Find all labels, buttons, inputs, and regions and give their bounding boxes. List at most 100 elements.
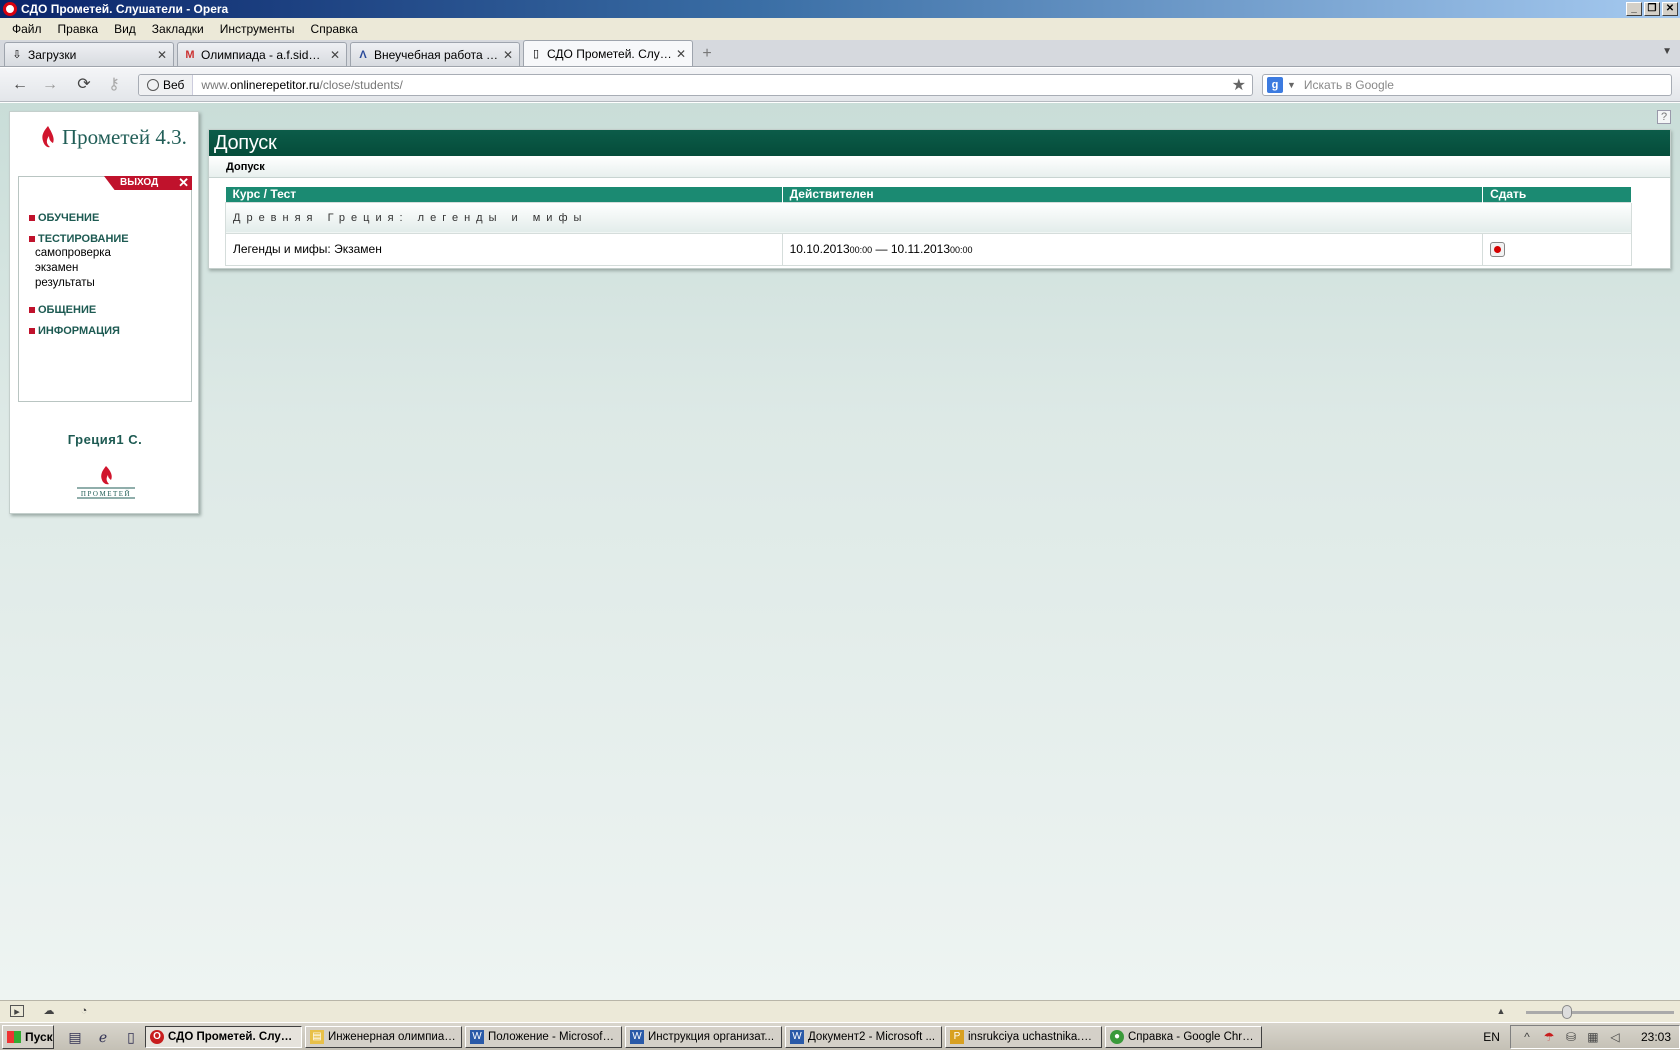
- maximize-button[interactable]: ❐: [1644, 2, 1660, 16]
- table-row: Легенды и мифы: Экзамен 10.10.201300:00 …: [225, 232, 1632, 266]
- tab-gmail[interactable]: M Олимпиада - a.f.sidorenko@... ✕: [177, 42, 347, 66]
- tab-bar: ⇩ Загрузки ✕ M Олимпиада - a.f.sidorenko…: [0, 40, 1680, 67]
- sidebar-sub-selfcheck[interactable]: самопроверка: [29, 246, 129, 261]
- sidebar-item-communication[interactable]: ОБЩЕНИЕ: [29, 303, 129, 317]
- course-name: Древняя Греция: легенды и мифы: [225, 201, 1632, 234]
- window-title: СДО Прометей. Слушатели - Opera: [21, 2, 229, 16]
- test-name: Легенды и мифы: Экзамен: [225, 232, 783, 266]
- zoom-slider-handle[interactable]: [1562, 1005, 1572, 1019]
- tab-close-icon[interactable]: ✕: [676, 47, 686, 61]
- browser-status-bar: ▸ ☁ ◔ ▲: [0, 1000, 1680, 1022]
- network-icon[interactable]: ⛁: [1563, 1029, 1579, 1045]
- column-header-submit: Сдать: [1482, 187, 1632, 202]
- sidebar-sub-results[interactable]: результаты: [29, 276, 129, 291]
- word-icon: W: [470, 1029, 484, 1044]
- key-icon[interactable]: ⚷: [104, 75, 124, 95]
- search-placeholder: Искать в Google: [1303, 78, 1394, 92]
- taskbar-item-word-3[interactable]: W Документ2 - Microsoft ...: [785, 1025, 942, 1048]
- google-icon[interactable]: g: [1267, 77, 1283, 93]
- volume-icon[interactable]: ◁: [1607, 1029, 1623, 1045]
- language-indicator[interactable]: EN: [1483, 1030, 1500, 1044]
- connection-icon[interactable]: ▦: [1585, 1029, 1601, 1045]
- minimize-button[interactable]: _: [1626, 2, 1642, 16]
- taskbar-item-word-2[interactable]: W Инструкция организат...: [625, 1025, 782, 1048]
- zoom-slider-track[interactable]: [1526, 1011, 1674, 1014]
- download-icon: ⇩: [12, 48, 22, 61]
- antivirus-icon[interactable]: ☂: [1541, 1029, 1557, 1045]
- exit-button[interactable]: ВЫХОД ✕: [104, 176, 192, 190]
- sidebar-nav: ОБУЧЕНИЕ ТЕСТИРОВАНИЕ самопроверка экзам…: [29, 211, 129, 338]
- tray-expand-icon[interactable]: ^: [1519, 1029, 1535, 1045]
- prometheus-bottom-logo[interactable]: ПРОМЕТЕЙ: [73, 464, 139, 502]
- taskbar-item-word-1[interactable]: W Положение - Microsoft ...: [465, 1025, 622, 1048]
- page-title: Допуск: [209, 130, 1670, 156]
- forward-button[interactable]: →: [40, 75, 60, 95]
- sidebar-item-learning[interactable]: ОБУЧЕНИЕ: [29, 211, 129, 225]
- url-text[interactable]: www.onlinerepetitor.ru/close/students/: [193, 78, 1231, 92]
- reload-button[interactable]: ⟳: [74, 75, 94, 95]
- pdf-icon: P: [950, 1029, 964, 1044]
- folder-icon[interactable]: ▤: [66, 1028, 84, 1046]
- taskbar-item-chrome[interactable]: ● Справка - Google Chrome: [1105, 1025, 1262, 1048]
- close-window-button[interactable]: ✕: [1662, 2, 1678, 16]
- tab-extracurricular[interactable]: Λ Внеучебная работа | Образ... ✕: [350, 42, 520, 66]
- column-header-course: Курс / Тест: [225, 187, 783, 202]
- menu-help[interactable]: Справка: [303, 22, 366, 36]
- menu-bar: Файл Правка Вид Закладки Инструменты Спр…: [0, 18, 1680, 40]
- tab-close-icon[interactable]: ✕: [330, 48, 340, 62]
- search-field[interactable]: g ▼ Искать в Google: [1262, 74, 1672, 96]
- taskbar-item-pdf[interactable]: P insrukciya uchastnika.pd...: [945, 1025, 1102, 1048]
- address-toolbar: ← → ⟳ ⚷ Веб www.onlinerepetitor.ru/close…: [0, 68, 1680, 102]
- page-icon: ▯: [532, 47, 540, 60]
- sidebar-sub-exam[interactable]: экзамен: [29, 261, 129, 276]
- tray-icons: ^ ☂ ⛁ ▦ ◁ 23:03: [1509, 1025, 1680, 1049]
- prometheus-logo[interactable]: Прометей 4.3.: [40, 124, 187, 150]
- tab-menu-chevron-icon[interactable]: ▼: [1662, 46, 1672, 57]
- sidebar-item-information[interactable]: ИНФОРМАЦИЯ: [29, 324, 129, 338]
- word-icon: W: [790, 1029, 804, 1044]
- tab-close-icon[interactable]: ✕: [503, 48, 513, 62]
- new-tab-button[interactable]: +: [696, 44, 718, 64]
- ie-icon[interactable]: ℯ: [94, 1028, 112, 1046]
- taskbar-item-opera[interactable]: O СДО Прометей. Слуш...: [145, 1025, 302, 1048]
- tab-close-icon[interactable]: ✕: [157, 48, 167, 62]
- window-titlebar: СДО Прометей. Слушатели - Opera _ ❐ ✕: [0, 0, 1680, 18]
- system-tray: EN ^ ☂ ⛁ ▦ ◁ 23:03: [1483, 1025, 1680, 1049]
- notepad-icon[interactable]: ▯: [122, 1028, 140, 1046]
- sidebar-item-testing[interactable]: ТЕСТИРОВАНИЕ: [29, 232, 129, 246]
- tab-downloads[interactable]: ⇩ Загрузки ✕: [4, 42, 174, 66]
- validity-period: 10.10.201300:00 — 10.11.201300:00: [781, 232, 1484, 266]
- address-field[interactable]: Веб www.onlinerepetitor.ru/close/student…: [138, 74, 1253, 96]
- sidebar-menu-box: ВЫХОД ✕ ОБУЧЕНИЕ ТЕСТИРОВАНИЕ самопровер…: [18, 176, 192, 402]
- menu-file[interactable]: Файл: [4, 22, 50, 36]
- menu-tools[interactable]: Инструменты: [212, 22, 303, 36]
- logo-text: Прометей 4.3.: [62, 124, 187, 149]
- tab-prometheus[interactable]: ▯ СДО Прометей. Слушатели ✕: [523, 40, 693, 66]
- menu-edit[interactable]: Правка: [50, 22, 107, 36]
- bookmark-star-icon[interactable]: ★: [1232, 75, 1246, 95]
- search-dropdown-icon[interactable]: ▼: [1287, 80, 1296, 90]
- left-sidebar: Прометей 4.3. ВЫХОД ✕ ОБУЧЕНИЕ ТЕСТИРОВА…: [9, 111, 199, 514]
- word-icon: W: [630, 1029, 644, 1044]
- submit-test-icon[interactable]: [1490, 241, 1506, 257]
- site-icon: Λ: [359, 48, 367, 61]
- clock[interactable]: 23:03: [1641, 1030, 1671, 1044]
- globe-icon: [147, 79, 159, 91]
- panel-toggle-icon[interactable]: ▸: [10, 1005, 24, 1018]
- course-group-row: Древняя Греция: легенды и мифы: [225, 201, 1632, 234]
- taskbar-item-folder[interactable]: ▤ Инженерная олимпиада: [305, 1025, 462, 1048]
- windows-flag-icon: [7, 1030, 21, 1043]
- site-info-badge[interactable]: Веб: [139, 75, 194, 95]
- bullet-icon: [29, 236, 35, 242]
- help-icon[interactable]: ?: [1657, 110, 1671, 124]
- opera-icon: O: [150, 1029, 164, 1044]
- zoom-menu-icon[interactable]: ▲: [1494, 1005, 1508, 1017]
- menu-view[interactable]: Вид: [106, 22, 144, 36]
- start-button[interactable]: Пуск: [2, 1024, 54, 1049]
- back-button[interactable]: ←: [10, 75, 30, 95]
- speed-dial-icon[interactable]: ◔: [77, 1005, 91, 1017]
- cloud-icon[interactable]: ☁: [42, 1005, 56, 1017]
- menu-bookmarks[interactable]: Закладки: [144, 22, 212, 36]
- folder-icon: ▤: [310, 1029, 324, 1044]
- os-taskbar: Пуск ▤ ℯ ▯ O СДО Прометей. Слуш... ▤ Инж…: [0, 1022, 1680, 1050]
